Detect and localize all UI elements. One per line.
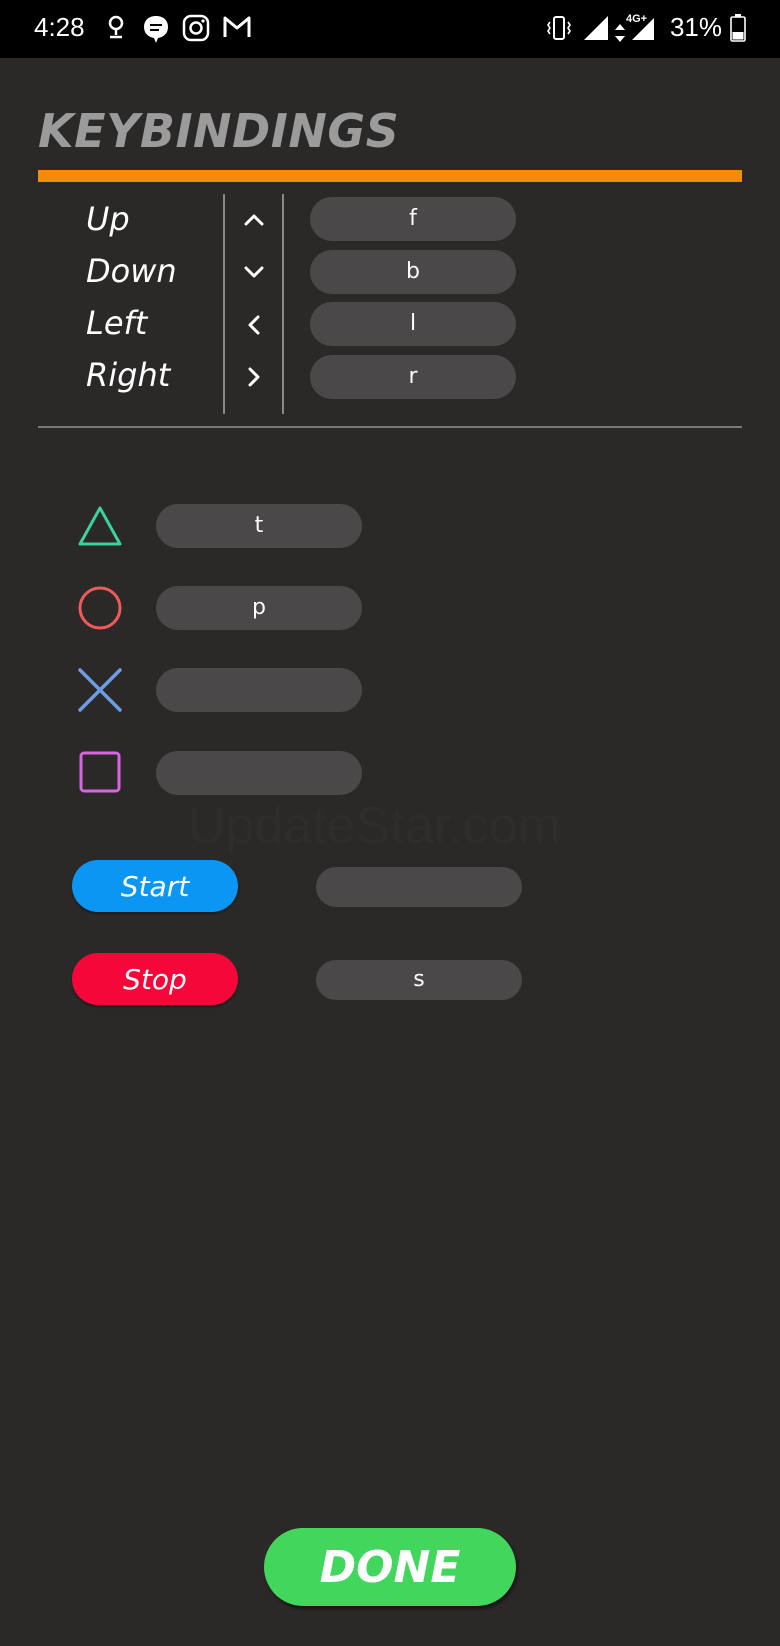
stop-button[interactable]: Stop bbox=[72, 953, 238, 1005]
key-field-circle[interactable]: p bbox=[156, 586, 362, 630]
vibrate-icon bbox=[547, 16, 571, 40]
chevron-up-icon bbox=[244, 214, 264, 226]
key-field-triangle[interactable]: t bbox=[156, 504, 362, 548]
cross-icon bbox=[78, 668, 122, 712]
key-field-start[interactable] bbox=[316, 867, 522, 907]
status-time: 4:28 bbox=[34, 12, 85, 42]
column-divider bbox=[223, 194, 225, 414]
status-bar: 4:28 4G+ 31% bbox=[0, 0, 780, 58]
signal-4g-icon bbox=[632, 18, 654, 40]
key-field-cross[interactable] bbox=[156, 668, 362, 712]
signal-icon bbox=[584, 16, 608, 40]
square-icon bbox=[79, 751, 121, 793]
done-button[interactable]: DONE bbox=[264, 1528, 516, 1606]
direction-label-up: Up bbox=[86, 200, 130, 238]
gmail-icon bbox=[223, 16, 251, 37]
watermark: UpdateStar.com bbox=[188, 797, 561, 855]
key-field-square[interactable] bbox=[156, 751, 362, 795]
chat-bubble-icon bbox=[144, 16, 168, 43]
section-divider bbox=[38, 426, 742, 428]
start-button[interactable]: Start bbox=[72, 860, 238, 912]
key-field-left[interactable]: l bbox=[310, 302, 516, 346]
direction-label-left: Left bbox=[86, 304, 148, 342]
title-underline bbox=[38, 170, 742, 182]
location-pin-icon bbox=[108, 15, 124, 39]
column-divider bbox=[282, 194, 284, 414]
triangle-icon bbox=[78, 506, 122, 546]
chevron-left-icon bbox=[248, 315, 260, 335]
chevron-right-icon bbox=[248, 367, 260, 387]
circle-icon bbox=[78, 586, 122, 630]
chevron-down-icon bbox=[244, 266, 264, 278]
battery-icon bbox=[730, 14, 746, 42]
key-field-up[interactable]: f bbox=[310, 197, 516, 241]
key-field-right[interactable]: r bbox=[310, 355, 516, 399]
battery-percent: 31% bbox=[669, 12, 722, 42]
page-title: KEYBINDINGS bbox=[38, 104, 400, 158]
instagram-icon bbox=[182, 14, 210, 42]
key-field-stop[interactable]: s bbox=[316, 960, 522, 1000]
direction-label-down: Down bbox=[86, 252, 177, 290]
data-arrows-icon bbox=[615, 24, 625, 42]
direction-label-right: Right bbox=[86, 356, 171, 394]
key-field-down[interactable]: b bbox=[310, 250, 516, 294]
